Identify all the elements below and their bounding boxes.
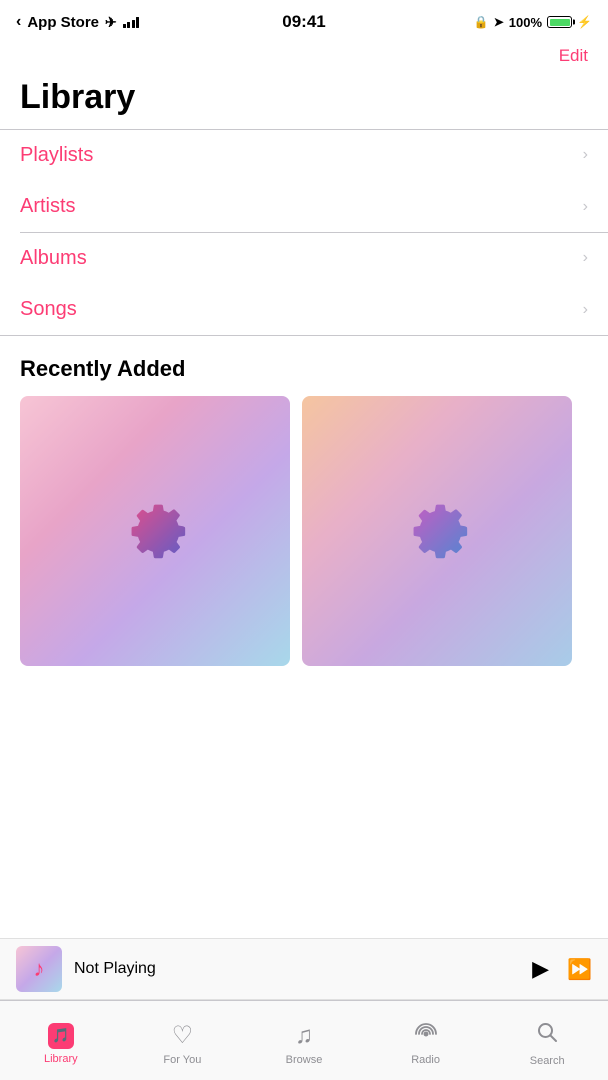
artists-label: Artists	[20, 195, 76, 218]
skip-forward-button[interactable]: ⏩	[567, 957, 592, 982]
mini-player-controls: ▶ ⏩	[532, 956, 592, 982]
tab-radio[interactable]: Radio	[365, 1015, 487, 1066]
mini-player[interactable]: ♪ Not Playing ▶ ⏩	[0, 938, 608, 1000]
chevron-icon-playlists: ›	[583, 146, 588, 164]
menu-item-albums[interactable]: Albums ›	[0, 233, 608, 284]
album-art-1	[20, 396, 290, 666]
chevron-icon-artists: ›	[583, 198, 588, 216]
albums-label: Albums	[20, 247, 87, 270]
library-icon-inner: 🎵	[52, 1027, 69, 1044]
recently-added-header: Recently Added	[0, 336, 608, 396]
airplane-icon: ✈	[105, 14, 117, 31]
tab-library-label: Library	[44, 1053, 78, 1065]
location-icon: ➤	[494, 15, 504, 29]
battery-icon	[547, 16, 572, 28]
radio-icon	[413, 1021, 439, 1050]
charging-icon: ⚡	[577, 15, 592, 29]
tab-bar: 🎵 Library ♡ For You ♫ Browse Radio	[0, 1000, 608, 1080]
album-card-2[interactable]	[302, 396, 572, 666]
tab-browse[interactable]: ♫ Browse	[243, 1016, 365, 1066]
gear-icon-2	[397, 491, 477, 571]
tab-search[interactable]: Search	[486, 1014, 608, 1067]
page-title: Library	[0, 74, 608, 129]
edit-button[interactable]: Edit	[559, 46, 588, 66]
edit-bar: Edit	[0, 44, 608, 74]
lock-icon: 🔒	[474, 15, 489, 29]
library-menu: Playlists › Artists › Albums › Songs ›	[0, 130, 608, 336]
mini-player-title: Not Playing	[74, 960, 520, 978]
search-icon	[535, 1020, 559, 1051]
library-icon: 🎵	[48, 1023, 74, 1049]
status-bar: ‹ App Store ✈ 09:41 🔒 ➤ 100% ⚡	[0, 0, 608, 44]
play-button[interactable]: ▶	[532, 956, 549, 982]
status-left: ‹ App Store ✈	[16, 13, 139, 31]
tab-library[interactable]: 🎵 Library	[0, 1017, 122, 1065]
menu-item-songs[interactable]: Songs ›	[0, 284, 608, 335]
battery-percent: 100%	[509, 15, 542, 30]
album-card-1[interactable]	[20, 396, 290, 666]
signal-bars	[123, 16, 140, 28]
tab-browse-label: Browse	[286, 1054, 323, 1066]
tab-radio-label: Radio	[411, 1054, 440, 1066]
album-grid	[0, 396, 608, 666]
back-arrow-icon: ‹	[16, 13, 21, 31]
songs-label: Songs	[20, 298, 77, 321]
gear-icon-1	[115, 491, 195, 571]
playlists-label: Playlists	[20, 144, 93, 167]
app-store-back-label[interactable]: App Store	[27, 14, 99, 31]
tab-for-you-label: For You	[163, 1054, 201, 1066]
status-right: 🔒 ➤ 100% ⚡	[474, 15, 592, 30]
chevron-icon-albums: ›	[583, 249, 588, 267]
menu-item-artists[interactable]: Artists ›	[0, 181, 608, 232]
status-time: 09:41	[282, 12, 325, 32]
menu-item-playlists[interactable]: Playlists ›	[0, 130, 608, 181]
chevron-icon-songs: ›	[583, 301, 588, 319]
music-note-icon: ♪	[34, 956, 45, 982]
heart-icon: ♡	[172, 1021, 194, 1050]
tab-for-you[interactable]: ♡ For You	[122, 1015, 244, 1066]
mini-player-art: ♪	[16, 946, 62, 992]
tab-search-label: Search	[530, 1055, 565, 1067]
album-art-2	[302, 396, 572, 666]
browse-icon: ♫	[295, 1022, 313, 1050]
